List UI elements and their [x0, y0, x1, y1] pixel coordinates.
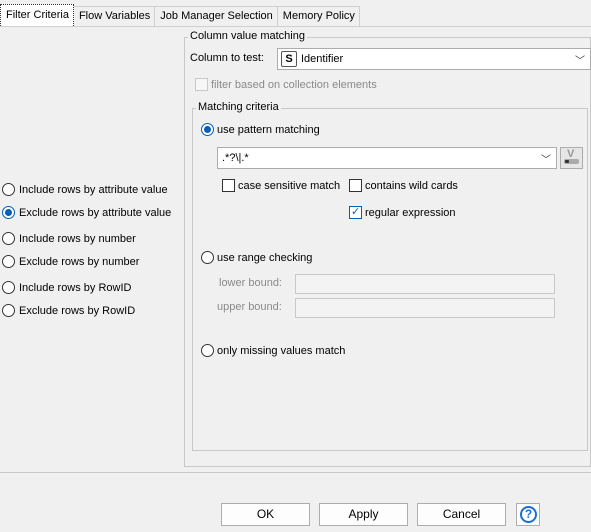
- pattern-matching-option[interactable]: use pattern matching: [201, 123, 320, 136]
- regex-label: regular expression: [365, 206, 456, 219]
- option-include-by-number[interactable]: Include rows by number: [2, 232, 136, 245]
- column-to-test-value: Identifier: [301, 53, 344, 65]
- lower-bound-input[interactable]: [295, 274, 555, 294]
- tab-flow-variables[interactable]: Flow Variables: [72, 6, 156, 26]
- column-to-test-select[interactable]: S Identifier ﹀: [277, 48, 591, 70]
- option-label: Exclude rows by number: [19, 255, 140, 268]
- flow-variable-button[interactable]: V: [560, 147, 583, 169]
- ok-button[interactable]: OK: [221, 503, 310, 526]
- cancel-button[interactable]: Cancel: [417, 503, 506, 526]
- option-label: Exclude rows by attribute value: [19, 206, 172, 219]
- apply-button[interactable]: Apply: [319, 503, 408, 526]
- wildcards-label: contains wild cards: [365, 179, 458, 192]
- regex-checkbox[interactable]: [349, 205, 362, 219]
- tab-divider: [0, 26, 591, 27]
- option-include-by-attribute[interactable]: Include rows by attribute value: [2, 183, 168, 196]
- pattern-matching-label: use pattern matching: [217, 123, 320, 136]
- collection-elements-checkbox[interactable]: [195, 78, 208, 91]
- upper-bound-input[interactable]: [295, 298, 555, 318]
- option-label: Exclude rows by RowID: [19, 304, 136, 317]
- option-include-by-rowid[interactable]: Include rows by RowID: [2, 281, 132, 294]
- range-checking-option[interactable]: use range checking: [201, 251, 312, 264]
- option-label: Include rows by number: [19, 232, 136, 245]
- missing-values-label: only missing values match: [217, 344, 346, 357]
- case-sensitive-checkbox[interactable]: [222, 179, 235, 192]
- upper-bound-label: upper bound:: [217, 301, 282, 313]
- missing-values-option[interactable]: only missing values match: [201, 344, 345, 357]
- wildcards-checkbox[interactable]: [349, 179, 362, 192]
- range-checking-label: use range checking: [217, 251, 313, 264]
- tab-bar: Filter Criteria Flow Variables Job Manag…: [0, 4, 360, 26]
- radio-button[interactable]: [2, 183, 15, 196]
- option-exclude-by-number[interactable]: Exclude rows by number: [2, 255, 139, 268]
- option-exclude-by-attribute[interactable]: Exclude rows by attribute value: [2, 206, 171, 219]
- button-bar-separator: [0, 472, 591, 473]
- variable-toggle-knob: [565, 160, 569, 163]
- range-checking-radio[interactable]: [201, 251, 214, 264]
- dialog-root: Filter Criteria Flow Variables Job Manag…: [0, 0, 591, 532]
- option-exclude-by-rowid[interactable]: Exclude rows by RowID: [2, 304, 135, 317]
- pattern-input[interactable]: .*?\|.* ﹀: [217, 147, 557, 169]
- column-value-matching-title: Column value matching: [188, 30, 307, 42]
- radio-button[interactable]: [2, 255, 15, 268]
- collection-elements-option[interactable]: filter based on collection elements: [195, 78, 377, 91]
- tab-memory-policy[interactable]: Memory Policy: [276, 6, 360, 26]
- missing-values-radio[interactable]: [201, 344, 214, 357]
- column-to-test-label: Column to test:: [190, 52, 264, 64]
- regex-option[interactable]: regular expression: [349, 205, 456, 219]
- collection-elements-label: filter based on collection elements: [211, 78, 377, 91]
- radio-button[interactable]: [2, 232, 15, 245]
- tab-job-manager-selection[interactable]: Job Manager Selection: [154, 6, 278, 26]
- pattern-value: .*?\|.*: [222, 152, 249, 164]
- help-icon: ?: [520, 506, 537, 523]
- help-button[interactable]: ?: [516, 503, 540, 526]
- chevron-down-icon: ﹀: [541, 155, 551, 166]
- pattern-matching-radio[interactable]: [201, 123, 214, 136]
- radio-button[interactable]: [2, 304, 15, 317]
- radio-button[interactable]: [2, 281, 15, 294]
- option-label: Include rows by attribute value: [19, 183, 168, 196]
- case-sensitive-label: case sensitive match: [238, 179, 341, 192]
- option-label: Include rows by RowID: [19, 281, 132, 294]
- lower-bound-label: lower bound:: [219, 277, 282, 289]
- matching-criteria-title: Matching criteria: [196, 101, 281, 113]
- wildcards-option[interactable]: contains wild cards: [349, 179, 458, 192]
- tab-filter-criteria[interactable]: Filter Criteria: [0, 4, 74, 26]
- chevron-down-icon: ﹀: [575, 56, 585, 67]
- radio-button-selected[interactable]: [2, 206, 15, 219]
- string-type-icon: S: [281, 51, 297, 67]
- case-sensitive-option[interactable]: case sensitive match: [222, 179, 340, 192]
